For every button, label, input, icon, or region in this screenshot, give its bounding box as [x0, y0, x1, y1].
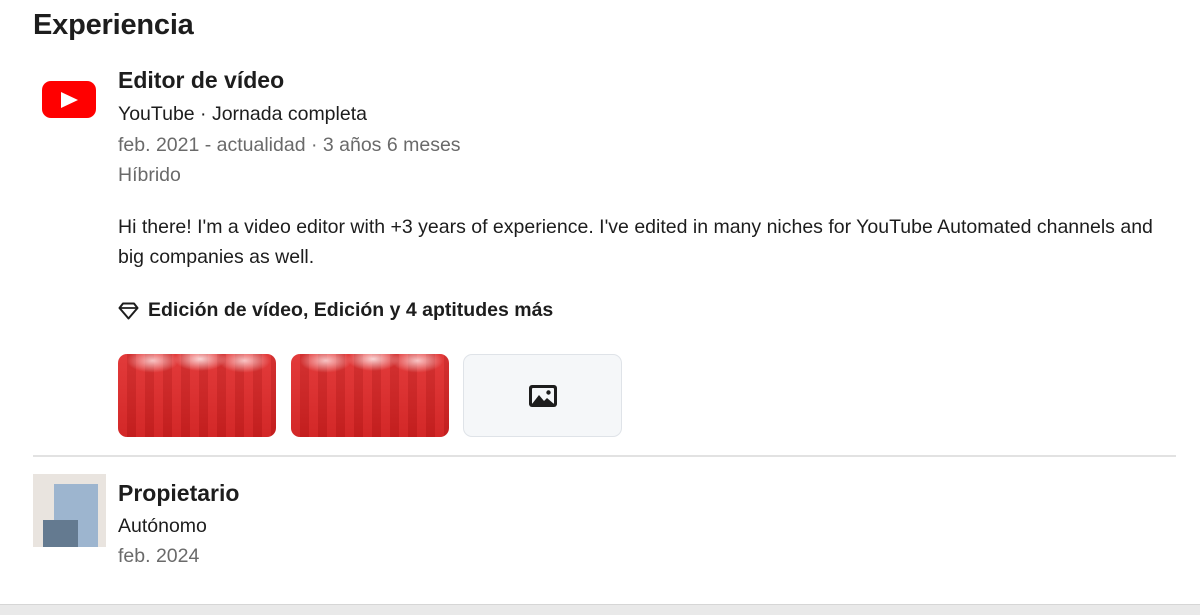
- card-bottom-edge: [0, 604, 1200, 615]
- skills-row[interactable]: Edición de vídeo, Edición y 4 aptitudes …: [118, 299, 553, 322]
- image-placeholder-icon: [528, 384, 557, 407]
- job-dates: feb. 2021 - actualidad · 3 años 6 meses: [118, 134, 461, 156]
- logo-shape-front: [43, 520, 78, 547]
- media-thumbnail-1[interactable]: [118, 354, 276, 437]
- job-company: YouTube · Jornada completa: [118, 103, 367, 125]
- company-logo[interactable]: [33, 474, 106, 547]
- youtube-logo-icon[interactable]: [42, 81, 96, 118]
- job-location: Híbrido: [118, 164, 181, 186]
- section-title: Experiencia: [33, 9, 194, 41]
- skills-label: Edición de vídeo, Edición y 4 aptitudes …: [148, 299, 554, 321]
- divider: [33, 455, 1176, 457]
- media-thumbnail-2[interactable]: [291, 354, 449, 437]
- job-company: Autónomo: [118, 515, 207, 537]
- job-description: Hi there! I'm a video editor with +3 yea…: [118, 216, 1153, 268]
- job-dates: feb. 2024: [118, 545, 200, 567]
- media-thumbnail-3[interactable]: [463, 354, 622, 437]
- experience-card: Experiencia Editor de vídeo YouTube · Jo…: [0, 0, 1200, 615]
- play-icon: [61, 91, 78, 108]
- diamond-icon: [118, 302, 139, 319]
- job-title: Propietario: [118, 480, 240, 506]
- job-title: Editor de vídeo: [118, 67, 285, 93]
